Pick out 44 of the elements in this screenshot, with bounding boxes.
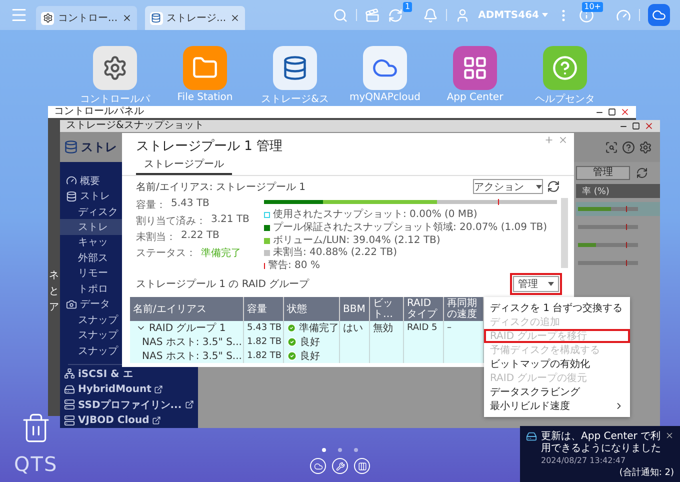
info-row-text: 容量： 5.43 TB xyxy=(136,198,210,212)
table-cell: 良好 xyxy=(284,349,340,363)
column-header: 状態 xyxy=(284,297,340,321)
window-title: コントロールパネル xyxy=(54,106,144,118)
column-header: RAID タイプ xyxy=(404,297,444,321)
table-cell: 5.43 TB xyxy=(244,321,284,335)
notification-time: 2024/08/27 13:42:47 xyxy=(540,456,627,465)
table-cell: 1.82 TB xyxy=(244,349,284,363)
table-cell: 無効 xyxy=(370,321,404,335)
table-cell: – xyxy=(444,321,484,335)
table-cell: RAID 5 xyxy=(404,321,444,335)
table-cell: NAS ホスト: 3.5" S... xyxy=(130,349,244,363)
app-title: ストレ xyxy=(81,138,117,156)
dialog-title: ストレージプール 1 管理 xyxy=(136,138,283,155)
column-header: 率 (%) xyxy=(576,184,660,198)
sidebar-text: と xyxy=(49,285,59,298)
legend-item: 未割当: 40.88% (2.22 TB) xyxy=(264,247,398,258)
info-row-text: 割り当て済み： 3.21 TB xyxy=(136,214,250,228)
pool-name: 名前/エイリアス: ストレージプール 1 xyxy=(136,180,306,194)
column-header: 再同期の速度 xyxy=(444,297,484,321)
column-header: 名前/エイリアス xyxy=(130,297,244,321)
column-header: ビット… xyxy=(370,297,404,321)
legend-item: ボリューム/LUN: 39.04% (2.12 TB) xyxy=(264,235,440,246)
sidebar-text: ネ xyxy=(49,269,59,282)
legend-item: 使用されたスナップショット: 0.00% (0 MB) xyxy=(264,209,478,220)
table-cell: NAS ホスト: 3.5" S... xyxy=(130,335,244,349)
notification-message: 更新は、App Center で利用できるようになりました xyxy=(541,431,661,455)
table-cell: 準備完了 xyxy=(284,321,340,335)
count-badge: 10+ xyxy=(582,2,603,12)
table-cell: はい xyxy=(340,321,370,335)
notification-count: (合計通知: 2) xyxy=(619,466,674,479)
count-badge: 1 xyxy=(403,2,412,12)
legend-item: 警告: 80 % xyxy=(264,260,320,271)
section-title: ストレージプール 1 の RAID グループ xyxy=(136,278,310,291)
table-cell: 1.82 TB xyxy=(244,335,284,349)
info-row-text: 未割当： 2.22 TB xyxy=(136,230,220,244)
sidebar-text: ア xyxy=(49,301,59,314)
column-header: BBM xyxy=(340,297,370,321)
column-header: 容量 xyxy=(244,297,284,321)
info-row-text: ステータス： 準備完了 xyxy=(136,246,242,260)
legend-item: プール保証されたスナップショット領域: 20.07% (1.09 TB) xyxy=(264,222,548,233)
table-cell: RAID グループ 1 xyxy=(130,321,244,335)
logo: QTS xyxy=(14,452,58,476)
table-cell: 良好 xyxy=(284,335,340,349)
